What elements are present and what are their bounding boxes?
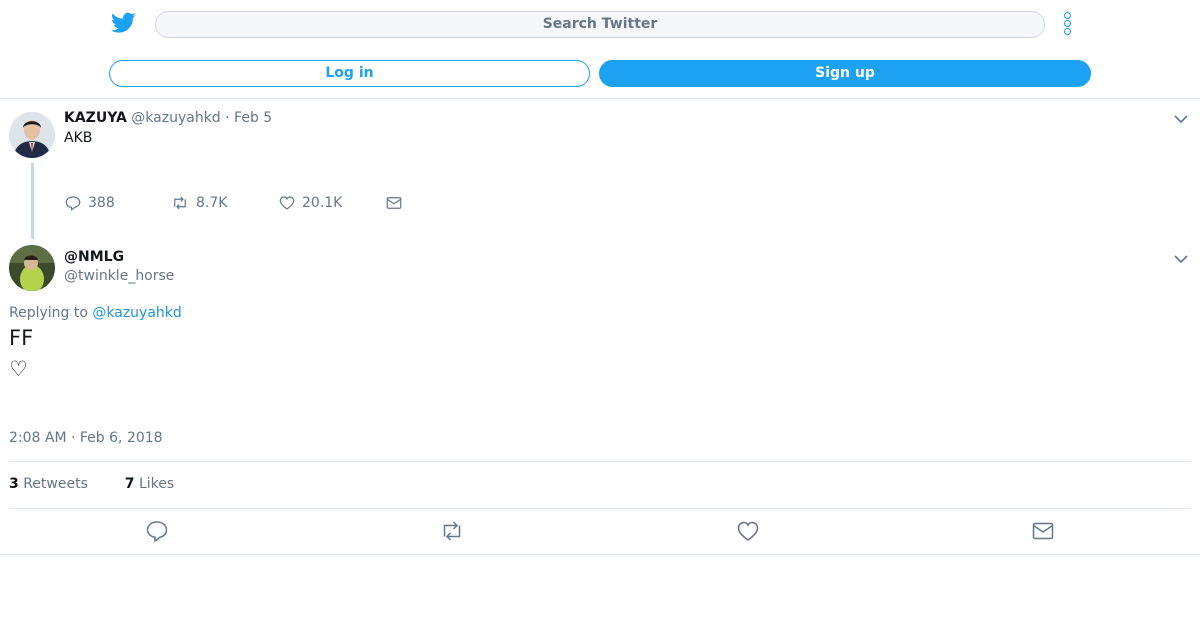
tweet-emoji: ♡ — [9, 357, 28, 381]
reply-icon[interactable] — [145, 519, 169, 543]
like-action[interactable]: 20.1K — [278, 193, 342, 213]
tweet-stats: 3 Retweets 7 Likes — [9, 476, 174, 492]
like-icon — [279, 196, 295, 210]
user-name[interactable]: KAZUYA — [64, 110, 127, 126]
replying-to-link[interactable]: @kazuyahkd — [92, 305, 181, 321]
user-handle[interactable]: @kazuyahkd — [131, 110, 220, 126]
parent-tweet-header: KAZUYA @kazuyahkd · Feb 5 — [64, 110, 272, 126]
retweet-action[interactable]: 8.7K — [170, 193, 227, 213]
like-icon[interactable] — [736, 519, 760, 543]
divider — [0, 554, 1200, 555]
avatar[interactable] — [9, 112, 55, 158]
login-button[interactable]: Log in — [109, 60, 590, 87]
like-stat-count[interactable]: 7 — [125, 476, 135, 492]
retweet-icon — [174, 196, 186, 210]
message-action[interactable] — [385, 193, 409, 213]
thread-line — [31, 163, 34, 239]
tweet-text: FF — [9, 326, 34, 350]
avatar[interactable] — [9, 245, 55, 291]
reply-count: 388 — [88, 195, 115, 211]
like-stat-label[interactable]: Likes — [139, 476, 174, 492]
message-icon — [386, 197, 402, 209]
chevron-down-icon[interactable] — [1173, 111, 1189, 127]
retweet-count: 8.7K — [196, 195, 228, 211]
like-count: 20.1K — [302, 195, 343, 211]
top-header: Search Twitter Log in Sign up — [0, 0, 1200, 99]
reply-icon — [65, 196, 81, 211]
more-icon[interactable] — [1060, 12, 1076, 36]
search-input[interactable]: Search Twitter — [155, 11, 1045, 38]
tweet-text: AKB — [64, 130, 93, 146]
user-handle[interactable]: @twinkle_horse — [64, 268, 174, 284]
tweet-timestamp[interactable]: 2:08 AM · Feb 6, 2018 — [9, 430, 163, 446]
message-icon[interactable] — [1031, 519, 1055, 543]
signup-button[interactable]: Sign up — [599, 60, 1091, 87]
replying-to: Replying to @kazuyahkd — [9, 305, 182, 321]
divider — [9, 461, 1191, 462]
tweet-date[interactable]: · Feb 5 — [225, 110, 272, 126]
retweet-stat-count[interactable]: 3 — [9, 476, 19, 492]
user-name[interactable]: @NMLG — [64, 249, 124, 265]
retweet-icon[interactable] — [440, 519, 464, 543]
twitter-bird-icon[interactable] — [111, 12, 136, 34]
replying-prefix: Replying to — [9, 305, 88, 321]
divider — [9, 508, 1191, 509]
retweet-stat-label[interactable]: Retweets — [23, 476, 88, 492]
reply-action[interactable]: 388 — [64, 193, 115, 213]
chevron-down-icon[interactable] — [1173, 251, 1189, 267]
